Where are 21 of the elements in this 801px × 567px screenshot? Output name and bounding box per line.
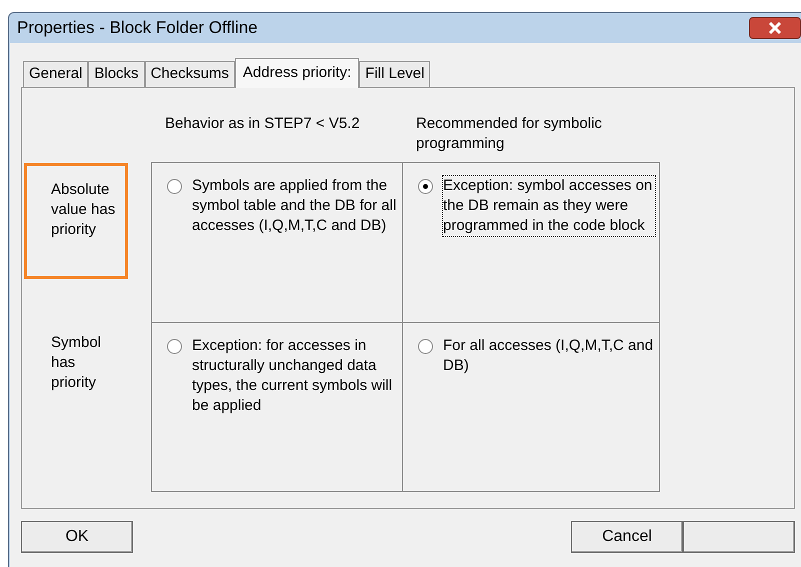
tab[interactable]: Address priority: [234, 58, 360, 88]
dialog-button[interactable] [683, 521, 795, 553]
tab[interactable]: Fill Level [359, 61, 430, 87]
tab[interactable]: Checksums [144, 61, 235, 87]
tab[interactable]: General [23, 61, 88, 87]
radio-button[interactable] [418, 339, 433, 354]
close-button[interactable] [749, 17, 801, 39]
row-label: Symbol has priority [51, 333, 102, 393]
column-header: Recommended for symbolic programming [416, 114, 603, 154]
option-label[interactable]: For all accesses (I,Q,M,T,C and DB) [443, 336, 655, 376]
radio-button[interactable] [418, 179, 433, 194]
dialog-button[interactable]: OK [21, 521, 133, 553]
tab[interactable]: Blocks [88, 61, 145, 87]
column-header: Behavior as in STEP7 < V5.2 [165, 114, 361, 134]
radio-button[interactable] [167, 339, 182, 354]
dialog-button[interactable]: Cancel [571, 521, 683, 553]
option-label[interactable]: Symbols are applied from the symbol table and the DB for all accesses (I,Q,M,T,C and DB) [192, 176, 402, 236]
radio-button[interactable] [167, 179, 182, 194]
row-label: Absolute value has priority [51, 180, 116, 240]
window-title: Properties - Block Folder Offline [17, 17, 258, 40]
close-icon [768, 22, 782, 34]
